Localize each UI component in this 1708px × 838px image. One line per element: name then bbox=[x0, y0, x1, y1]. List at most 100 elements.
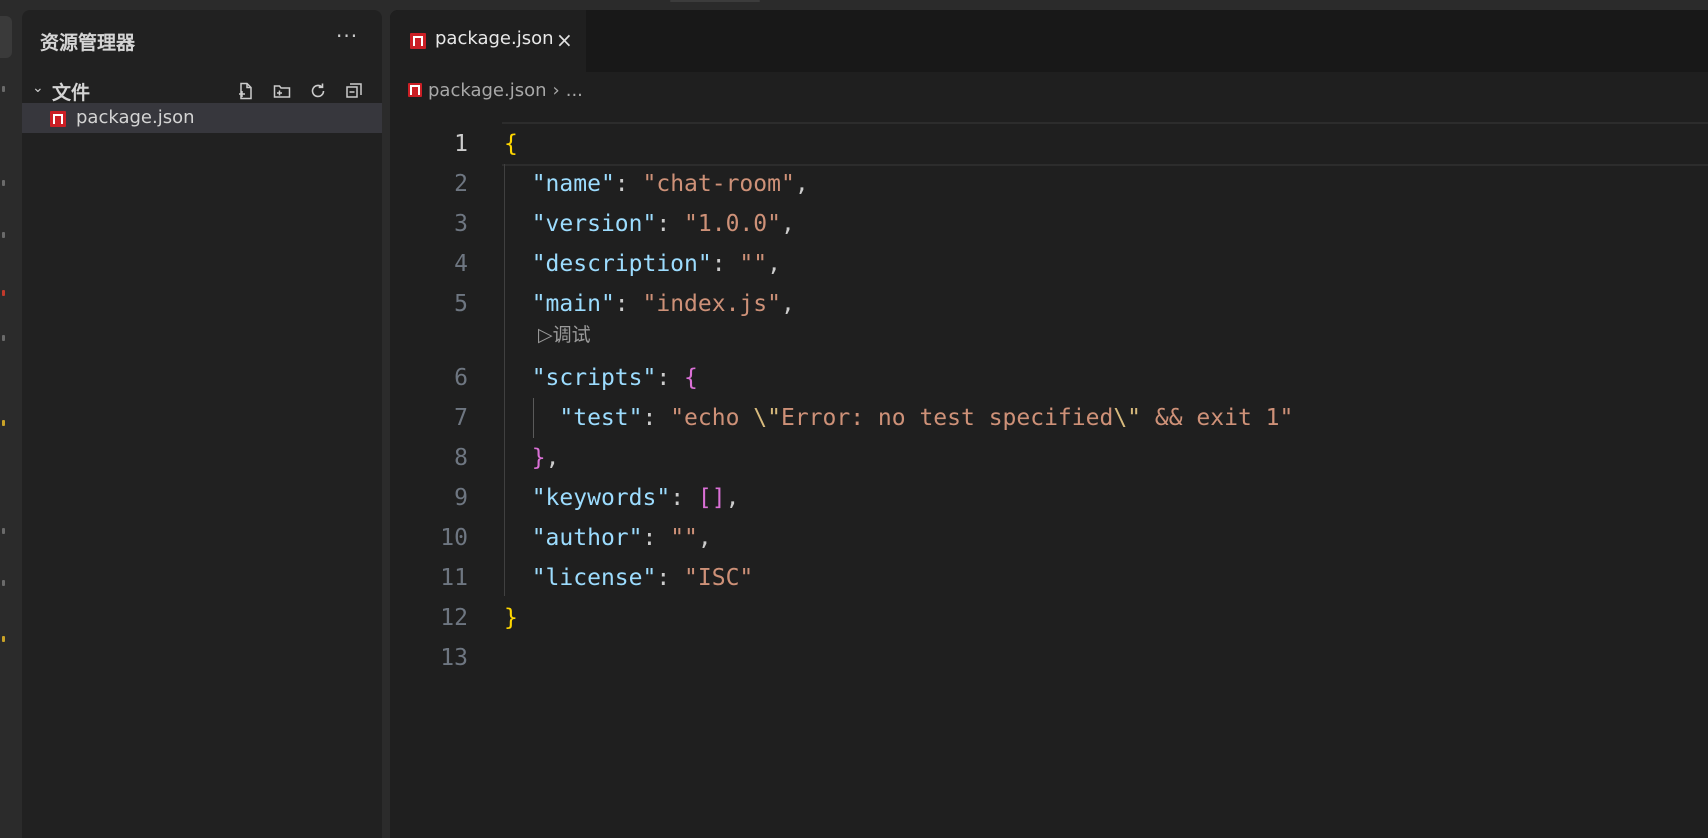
code-line[interactable]: 6 "scripts": { bbox=[390, 358, 1708, 398]
more-actions-icon[interactable]: ··· bbox=[336, 24, 358, 48]
code-line[interactable]: 3 "version": "1.0.0", bbox=[390, 204, 1708, 244]
activity-icon[interactable] bbox=[2, 86, 5, 92]
sash[interactable] bbox=[382, 10, 390, 838]
code-line[interactable]: 11 "license": "ISC" bbox=[390, 558, 1708, 598]
activity-icon[interactable] bbox=[2, 180, 5, 186]
code-token: "echo bbox=[670, 405, 754, 431]
line-number: 11 bbox=[440, 565, 468, 591]
line-text: "name": "chat-room", bbox=[504, 171, 809, 197]
section-actions bbox=[234, 80, 366, 102]
code-token: , bbox=[767, 251, 781, 277]
code-token: "scripts" bbox=[531, 365, 657, 391]
editor-area: package.json × package.json › ... 1{2 "n… bbox=[390, 10, 1708, 838]
code-token: "version" bbox=[531, 211, 657, 237]
npm-icon bbox=[50, 111, 66, 127]
tab-label: package.json bbox=[435, 28, 554, 49]
code-token: "chat-room" bbox=[642, 171, 795, 197]
indent-guide bbox=[533, 398, 534, 438]
code-token: : bbox=[656, 565, 685, 591]
code-token: , bbox=[697, 525, 712, 551]
activity-icon[interactable] bbox=[2, 232, 5, 238]
code-token: , bbox=[780, 291, 795, 317]
code-line[interactable]: 2 "name": "chat-room", bbox=[390, 164, 1708, 204]
line-text: "main": "index.js", bbox=[504, 291, 795, 317]
code-token: : bbox=[711, 251, 740, 277]
line-number: 2 bbox=[454, 171, 468, 197]
files-section-header[interactable]: ⌄ 文件 bbox=[22, 76, 382, 104]
code-line[interactable]: 8 }, bbox=[390, 438, 1708, 478]
activity-icon[interactable] bbox=[2, 528, 5, 534]
code-line[interactable]: 4 "description": "", bbox=[390, 244, 1708, 284]
line-number: 13 bbox=[440, 645, 468, 671]
line-number: 9 bbox=[454, 485, 468, 511]
code-token: : bbox=[642, 525, 671, 551]
collapse-all-icon[interactable] bbox=[342, 80, 366, 102]
code-line[interactable]: 13 bbox=[390, 638, 1708, 678]
code-token: { bbox=[684, 365, 698, 391]
code-token: && exit 1" bbox=[1141, 405, 1294, 431]
code-token: "" bbox=[739, 251, 768, 277]
top-strip bbox=[0, 0, 1708, 10]
code-token: \" bbox=[753, 405, 781, 431]
explorer-sidebar: 资源管理器 ··· ⌄ 文件 package.json bbox=[22, 10, 382, 838]
line-text: { bbox=[504, 131, 518, 157]
line-text: "keywords": [], bbox=[504, 485, 740, 511]
line-text: } bbox=[504, 605, 518, 631]
code-line[interactable]: 9 "keywords": [], bbox=[390, 478, 1708, 518]
code-line[interactable]: 7 "test": "echo \"Error: no test specifi… bbox=[390, 398, 1708, 438]
tab-bar: package.json × bbox=[390, 10, 1708, 72]
section-title: 文件 bbox=[52, 82, 91, 104]
new-file-icon[interactable] bbox=[234, 80, 258, 102]
refresh-icon[interactable] bbox=[306, 80, 330, 102]
line-text: "test": "echo \"Error: no test specified… bbox=[504, 405, 1293, 431]
tab-package-json[interactable]: package.json × bbox=[390, 10, 586, 72]
code-token: [] bbox=[697, 485, 726, 511]
close-icon[interactable]: × bbox=[556, 28, 573, 52]
line-number: 5 bbox=[454, 291, 468, 317]
code-token: : bbox=[656, 211, 685, 237]
file-item-package-json[interactable]: package.json bbox=[22, 103, 382, 133]
sidebar-title: 资源管理器 bbox=[40, 32, 136, 54]
file-label: package.json bbox=[76, 107, 195, 128]
code-token: "description" bbox=[531, 251, 712, 277]
code-token: : bbox=[614, 291, 643, 317]
line-number: 4 bbox=[454, 251, 468, 277]
activity-icon[interactable] bbox=[2, 420, 5, 426]
chevron-down-icon[interactable]: ⌄ bbox=[32, 80, 44, 96]
code-token: "keywords" bbox=[531, 485, 671, 511]
activity-icon[interactable] bbox=[2, 335, 5, 341]
line-text: "version": "1.0.0", bbox=[504, 211, 795, 237]
line-number: 3 bbox=[454, 211, 468, 237]
breadcrumb-file[interactable]: package.json bbox=[428, 80, 547, 101]
code-token: Error: no test specified bbox=[780, 405, 1114, 431]
activity-icon[interactable] bbox=[2, 580, 5, 586]
activity-active-indicator[interactable] bbox=[0, 16, 12, 58]
code-token: \" bbox=[1113, 405, 1142, 431]
new-folder-icon[interactable] bbox=[270, 80, 294, 102]
indent-guide bbox=[504, 164, 505, 596]
code-line[interactable]: 12} bbox=[390, 598, 1708, 638]
breadcrumb-more[interactable]: ... bbox=[566, 80, 583, 101]
code-token: , bbox=[725, 485, 740, 511]
code-line[interactable]: 1{ bbox=[390, 124, 1708, 164]
npm-icon bbox=[408, 83, 422, 97]
line-text: "description": "", bbox=[504, 251, 781, 277]
code-token: { bbox=[504, 131, 518, 157]
code-token: "name" bbox=[531, 171, 615, 197]
code-token: , bbox=[794, 171, 809, 197]
drag-handle[interactable] bbox=[670, 0, 760, 2]
code-line[interactable]: 5 "main": "index.js", bbox=[390, 284, 1708, 324]
activity-icon[interactable] bbox=[2, 636, 5, 642]
activity-icon[interactable] bbox=[2, 290, 5, 296]
line-number: 10 bbox=[440, 525, 468, 551]
debug-codelens[interactable]: ▷调试 bbox=[538, 320, 591, 347]
npm-icon bbox=[410, 33, 426, 49]
line-text: "author": "", bbox=[504, 525, 712, 551]
code-token: , bbox=[780, 211, 795, 237]
code-token: , bbox=[545, 445, 560, 471]
code-line[interactable]: 10 "author": "", bbox=[390, 518, 1708, 558]
